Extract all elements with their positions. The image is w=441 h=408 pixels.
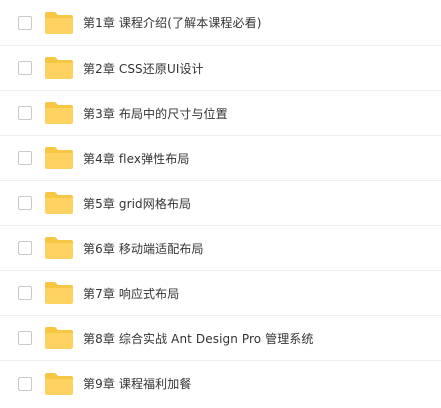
row-checkbox[interactable]: [18, 241, 32, 255]
folder-icon: [44, 11, 74, 35]
row-checkbox[interactable]: [18, 106, 32, 120]
file-row-2[interactable]: 第2章 CSS还原UI设计: [0, 46, 441, 91]
file-row-9[interactable]: 第9章 课程福利加餐: [0, 361, 441, 406]
folder-icon: [44, 281, 74, 305]
file-name[interactable]: 第1章 课程介绍(了解本课程必看): [83, 0, 262, 45]
file-name[interactable]: 第6章 移动端适配布局: [83, 226, 204, 270]
file-name[interactable]: 第2章 CSS还原UI设计: [83, 46, 204, 90]
file-name[interactable]: 第8章 综合实战 Ant Design Pro 管理系统: [83, 316, 314, 360]
folder-icon: [44, 372, 74, 396]
row-checkbox[interactable]: [18, 151, 32, 165]
folder-icon: [44, 326, 74, 350]
file-name[interactable]: 第7章 响应式布局: [83, 271, 179, 315]
file-row-5[interactable]: 第5章 grid网格布局: [0, 181, 441, 226]
file-name[interactable]: 第9章 课程福利加餐: [83, 361, 191, 406]
row-checkbox[interactable]: [18, 15, 32, 30]
row-checkbox[interactable]: [18, 61, 32, 75]
folder-icon: [44, 101, 74, 125]
folder-icon: [44, 236, 74, 260]
file-row-1[interactable]: 第1章 课程介绍(了解本课程必看): [0, 0, 441, 46]
file-row-8[interactable]: 第8章 综合实战 Ant Design Pro 管理系统: [0, 316, 441, 361]
row-checkbox[interactable]: [18, 196, 32, 210]
file-name[interactable]: 第5章 grid网格布局: [83, 181, 191, 225]
file-row-6[interactable]: 第6章 移动端适配布局: [0, 226, 441, 271]
folder-icon: [44, 56, 74, 80]
folder-icon: [44, 146, 74, 170]
file-row-4[interactable]: 第4章 flex弹性布局: [0, 136, 441, 181]
row-checkbox[interactable]: [18, 331, 32, 345]
file-name[interactable]: 第4章 flex弹性布局: [83, 136, 189, 180]
file-row-7[interactable]: 第7章 响应式布局: [0, 271, 441, 316]
folder-icon: [44, 191, 74, 215]
file-name[interactable]: 第3章 布局中的尺寸与位置: [83, 91, 228, 135]
row-checkbox[interactable]: [18, 376, 32, 391]
file-list: 第1章 课程介绍(了解本课程必看) 第2章 CSS还原UI设计 第3章 布局中的…: [0, 0, 441, 408]
file-row-3[interactable]: 第3章 布局中的尺寸与位置: [0, 91, 441, 136]
row-checkbox[interactable]: [18, 286, 32, 300]
